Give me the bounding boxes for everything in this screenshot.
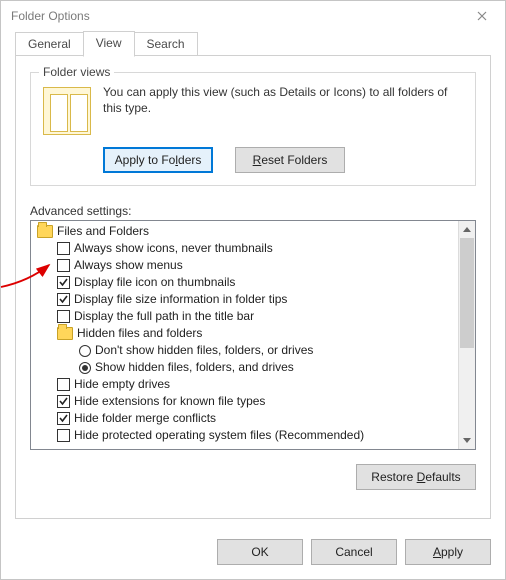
checkbox[interactable] — [57, 412, 70, 425]
folder-icon — [37, 225, 53, 238]
tab-general[interactable]: General — [15, 32, 84, 56]
dialog-footer: OK Cancel Apply — [1, 529, 505, 579]
ok-button[interactable]: OK — [217, 539, 303, 565]
scroll-track[interactable] — [459, 238, 475, 432]
tree-item[interactable]: Display the full path in the title bar — [35, 308, 456, 325]
tree-item-label: Show hidden files, folders, and drives — [95, 359, 294, 376]
tab-view[interactable]: View — [83, 31, 135, 57]
tree-item-label: Hide extensions for known file types — [74, 393, 265, 410]
tree-item[interactable]: Don't show hidden files, folders, or dri… — [35, 342, 456, 359]
tree-item-label: Hide protected operating system files (R… — [74, 427, 364, 444]
titlebar: Folder Options — [1, 1, 505, 31]
cancel-button[interactable]: Cancel — [311, 539, 397, 565]
tree-item[interactable]: Hide folder merge conflicts — [35, 410, 456, 427]
checkbox[interactable] — [57, 242, 70, 255]
checkbox[interactable] — [57, 378, 70, 391]
tree-item-label: Always show menus — [74, 257, 183, 274]
checkbox[interactable] — [57, 429, 70, 442]
close-button[interactable] — [459, 1, 505, 31]
restore-defaults-button[interactable]: Restore Defaults — [356, 464, 476, 490]
tab-strip: General View Search — [15, 32, 491, 56]
checkbox[interactable] — [57, 310, 70, 323]
folder-icon — [57, 327, 73, 340]
tree-item[interactable]: Always show menus — [35, 257, 456, 274]
tree-item[interactable]: Display file size information in folder … — [35, 291, 456, 308]
chevron-down-icon — [463, 438, 471, 443]
tab-search[interactable]: Search — [134, 32, 198, 56]
checkbox[interactable] — [57, 259, 70, 272]
tree-item[interactable]: Display file icon on thumbnails — [35, 274, 456, 291]
advanced-settings-tree[interactable]: Files and Folders Always show icons, nev… — [30, 220, 476, 450]
scroll-down-button[interactable] — [459, 432, 475, 449]
tree-item-label: Display the full path in the title bar — [74, 308, 254, 325]
tree-root: Files and Folders — [35, 223, 456, 240]
window-title: Folder Options — [11, 9, 459, 23]
apply-to-folders-button[interactable]: Apply to Folders — [103, 147, 213, 173]
tree-root-label: Files and Folders — [57, 223, 149, 240]
checkbox[interactable] — [57, 276, 70, 289]
folder-views-text: You can apply this view (such as Details… — [103, 85, 463, 116]
tree-item-label: Display file size information in folder … — [74, 291, 287, 308]
tree-item[interactable]: Hide extensions for known file types — [35, 393, 456, 410]
close-icon — [477, 11, 487, 21]
tree-subfolder[interactable]: Hidden files and folders — [35, 325, 456, 342]
tree-item[interactable]: Show hidden files, folders, and drives — [35, 359, 456, 376]
view-panel: Folder views You can apply this view (su… — [15, 55, 491, 519]
content-area: General View Search Folder views You can… — [1, 31, 505, 529]
checkbox[interactable] — [57, 395, 70, 408]
tree-item-label: Hide empty drives — [74, 376, 170, 393]
checkbox[interactable] — [57, 293, 70, 306]
apply-button[interactable]: Apply — [405, 539, 491, 565]
scroll-thumb[interactable] — [460, 238, 474, 348]
chevron-up-icon — [463, 227, 471, 232]
folder-views-group: Folder views You can apply this view (su… — [30, 72, 476, 186]
tree-item[interactable]: Always show icons, never thumbnails — [35, 240, 456, 257]
scroll-up-button[interactable] — [459, 221, 475, 238]
tree-item-label: Always show icons, never thumbnails — [74, 240, 273, 257]
folder-views-icon — [43, 87, 91, 135]
tree-item[interactable]: Hide empty drives — [35, 376, 456, 393]
radio[interactable] — [79, 362, 91, 374]
tree-item-label: Don't show hidden files, folders, or dri… — [95, 342, 313, 359]
tree-item[interactable]: Hide protected operating system files (R… — [35, 427, 456, 444]
advanced-settings-label: Advanced settings: — [30, 204, 476, 218]
tree-item-label: Display file icon on thumbnails — [74, 274, 235, 291]
radio[interactable] — [79, 345, 91, 357]
tree-item-label: Hidden files and folders — [77, 325, 202, 342]
reset-folders-button[interactable]: Reset Folders — [235, 147, 345, 173]
folder-options-window: Folder Options General View Search Folde… — [0, 0, 506, 580]
tree-content: Files and Folders Always show icons, nev… — [31, 221, 458, 449]
scrollbar[interactable] — [458, 221, 475, 449]
tree-item-label: Hide folder merge conflicts — [74, 410, 216, 427]
folder-views-legend: Folder views — [39, 65, 114, 79]
